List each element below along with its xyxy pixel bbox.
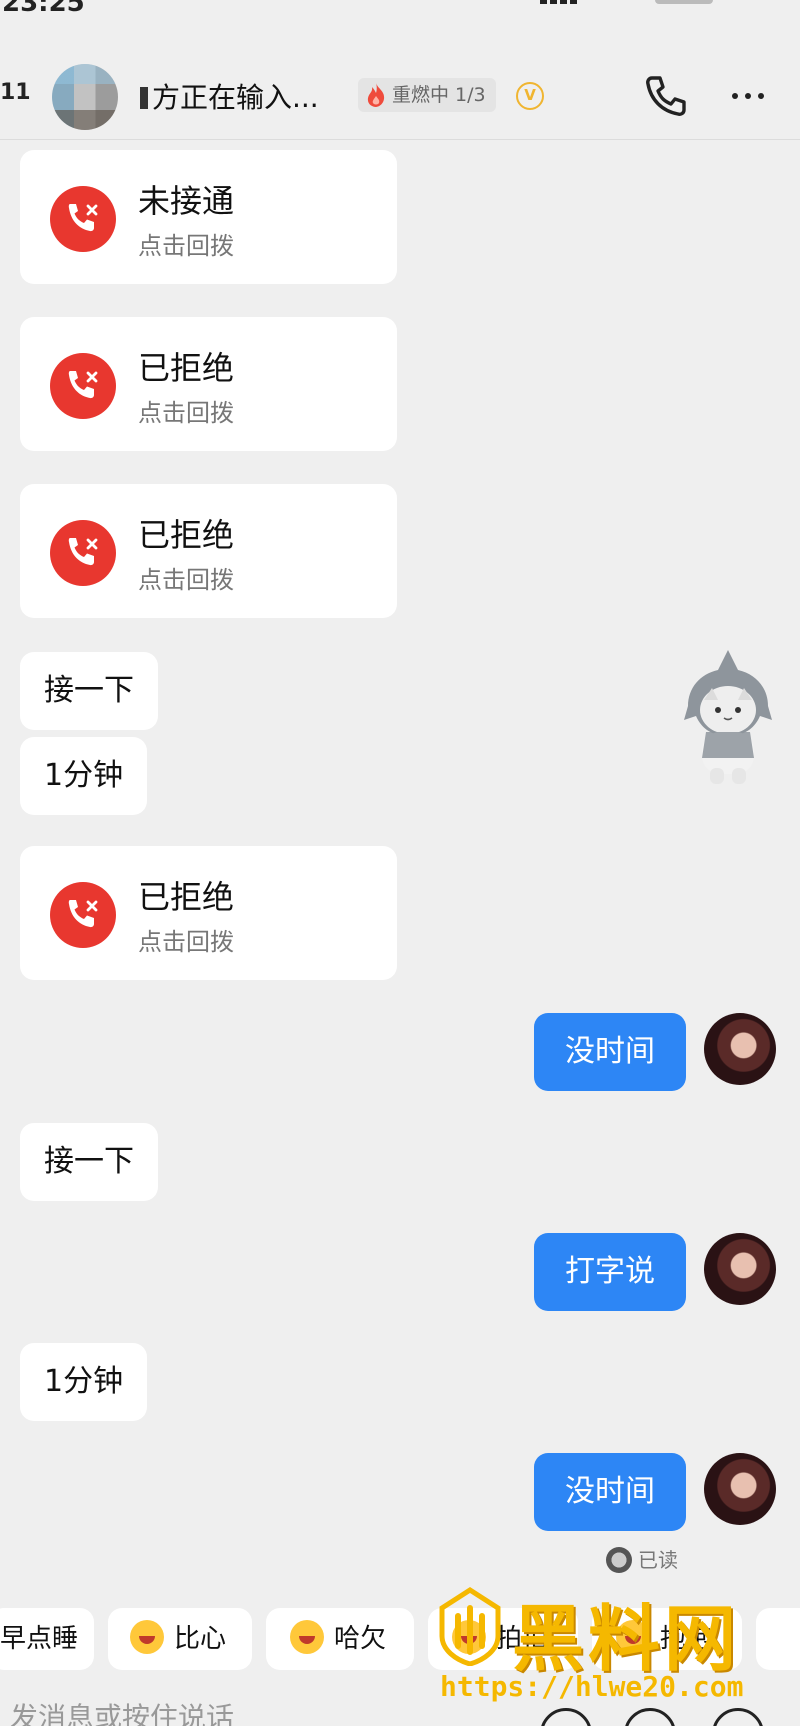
call-record-card[interactable]: 已拒绝 点击回拨 xyxy=(20,846,397,980)
add-button-icon[interactable] xyxy=(712,1708,764,1726)
call-record-card[interactable]: 已拒绝 点击回拨 xyxy=(20,317,397,451)
quick-reply-label: 比心 xyxy=(174,1624,227,1654)
call-record-card[interactable]: 已拒绝 点击回拨 xyxy=(20,484,397,618)
read-receipt-label: 已读 xyxy=(638,1548,678,1572)
call-status: 未接通 xyxy=(138,182,235,220)
chat-header: 11 方正在输入... 重燃中 1/3 V xyxy=(0,48,800,140)
call-back-hint: 点击回拨 xyxy=(138,232,234,260)
read-receipt: 已读 xyxy=(606,1544,678,1574)
rekindle-badge-label: 重燃中 1/3 xyxy=(392,84,486,106)
missed-call-icon xyxy=(50,520,116,586)
peer-typing-status: 方正在输入... xyxy=(152,81,319,114)
outgoing-message-bubble[interactable]: 没时间 xyxy=(534,1013,686,1091)
watermark-logo-icon xyxy=(439,1587,501,1666)
phone-icon xyxy=(646,76,686,116)
verified-icon[interactable]: V xyxy=(516,82,544,110)
quick-reply-label: 哈欠 xyxy=(334,1624,387,1654)
call-back-hint: 点击回拨 xyxy=(138,399,234,427)
shark-hood-cat-sticker[interactable] xyxy=(680,648,776,788)
incoming-message-bubble[interactable]: 1分钟 xyxy=(20,1343,148,1421)
signal-icon xyxy=(540,0,577,4)
outgoing-message-bubble[interactable]: 没时间 xyxy=(534,1453,686,1531)
status-time: 23:25 xyxy=(2,0,85,18)
flame-icon xyxy=(367,83,385,107)
yawn-emoji-icon xyxy=(290,1620,324,1654)
quick-reply-chip[interactable]: 哈欠 xyxy=(266,1608,414,1670)
reader-avatar xyxy=(606,1547,632,1573)
my-avatar[interactable] xyxy=(704,1453,776,1525)
call-status: 已拒绝 xyxy=(138,878,235,916)
rekindle-badge[interactable]: 重燃中 1/3 xyxy=(358,78,496,112)
outgoing-message-bubble[interactable]: 打字说 xyxy=(534,1233,686,1311)
emoji-button-icon[interactable] xyxy=(540,1708,592,1726)
status-bar: 23:25 xyxy=(0,0,800,22)
voice-call-button[interactable] xyxy=(642,72,690,120)
quick-reply-chip[interactable]: 比心 xyxy=(108,1608,252,1670)
quick-reply-chip[interactable]: 早点睡 xyxy=(0,1608,94,1670)
battery-icon xyxy=(655,0,713,4)
my-avatar[interactable] xyxy=(704,1233,776,1305)
more-dot-icon xyxy=(732,93,738,99)
message-input[interactable]: 发消息或按住说话 xyxy=(10,1696,234,1726)
incoming-message-bubble[interactable]: 1分钟 xyxy=(20,737,148,815)
peer-avatar[interactable] xyxy=(52,64,118,130)
missed-call-icon xyxy=(50,353,116,419)
input-bar: 发消息或按住说话 xyxy=(0,1690,800,1726)
call-status: 已拒绝 xyxy=(138,516,235,554)
call-back-hint: 点击回拨 xyxy=(138,928,234,956)
more-dot-icon xyxy=(758,93,764,99)
call-status: 已拒绝 xyxy=(138,349,235,387)
more-dot-icon xyxy=(745,93,751,99)
peer-name[interactable]: 方正在输入... xyxy=(140,76,319,116)
quick-reply-label: 早点睡 xyxy=(0,1624,79,1654)
voice-button-icon[interactable] xyxy=(624,1708,676,1726)
more-options-button[interactable] xyxy=(724,72,772,120)
call-back-hint: 点击回拨 xyxy=(138,566,234,594)
my-avatar[interactable] xyxy=(704,1013,776,1085)
incoming-message-bubble[interactable]: 接一下 xyxy=(20,652,158,730)
missed-call-icon xyxy=(50,882,116,948)
missed-call-icon xyxy=(50,186,116,252)
back-unread-count[interactable]: 11 xyxy=(0,80,31,105)
incoming-message-bubble[interactable]: 接一下 xyxy=(20,1123,158,1201)
heart-hands-emoji-icon xyxy=(130,1620,164,1654)
call-record-card[interactable]: 未接通 点击回拨 xyxy=(20,150,397,284)
